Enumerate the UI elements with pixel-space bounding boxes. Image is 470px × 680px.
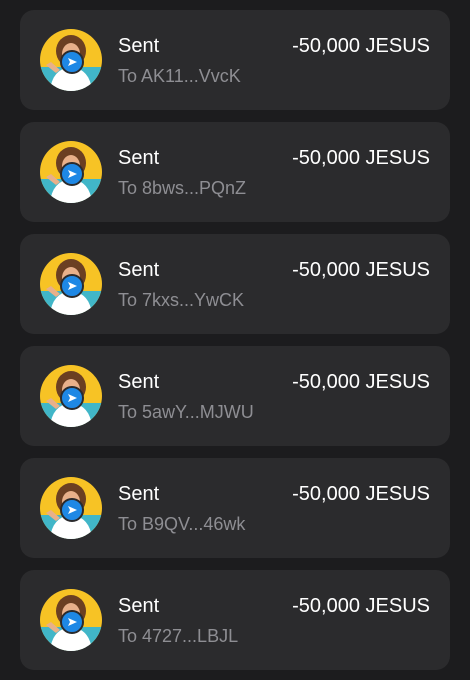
transaction-amount: -50,000 JESUS [292, 35, 430, 57]
transaction-recipient: To 8bws...PQnZ [118, 178, 247, 198]
transaction-amount: -50,000 JESUS [292, 483, 430, 505]
transaction-row[interactable]: Sent To 4727...LBJL -50,000 JESUS [20, 570, 450, 670]
transaction-amount: -50,000 JESUS [292, 147, 430, 169]
transaction-list: Sent To AK11...VvcK -50,000 JESUS Sent T… [0, 0, 470, 680]
send-arrow-icon [60, 610, 84, 634]
transaction-row[interactable]: Sent To 7kxs...YwCK -50,000 JESUS [20, 234, 450, 334]
transaction-row[interactable]: Sent To B9QV...46wk -50,000 JESUS [20, 458, 450, 558]
transaction-recipient: To AK11...VvcK [118, 66, 241, 86]
transaction-recipient: To 7kxs...YwCK [118, 290, 245, 310]
transaction-recipient: To B9QV...46wk [118, 514, 246, 534]
send-arrow-icon [60, 162, 84, 186]
transaction-status: Sent [118, 259, 160, 281]
transaction-status: Sent [118, 595, 160, 617]
transaction-amount: -50,000 JESUS [292, 595, 430, 617]
send-arrow-icon [60, 498, 84, 522]
transaction-status: Sent [118, 371, 160, 393]
transaction-amount: -50,000 JESUS [292, 371, 430, 393]
send-arrow-icon [60, 386, 84, 410]
send-arrow-icon [60, 50, 84, 74]
transaction-recipient: To 4727...LBJL [118, 626, 239, 646]
transaction-row[interactable]: Sent To AK11...VvcK -50,000 JESUS [20, 10, 450, 110]
transaction-recipient: To 5awY...MJWU [118, 402, 254, 422]
transaction-status: Sent [118, 35, 160, 57]
transaction-status: Sent [118, 483, 160, 505]
transaction-row[interactable]: Sent To 8bws...PQnZ -50,000 JESUS [20, 122, 450, 222]
transaction-amount: -50,000 JESUS [292, 259, 430, 281]
transaction-row[interactable]: Sent To 5awY...MJWU -50,000 JESUS [20, 346, 450, 446]
send-arrow-icon [60, 274, 84, 298]
transaction-status: Sent [118, 147, 160, 169]
